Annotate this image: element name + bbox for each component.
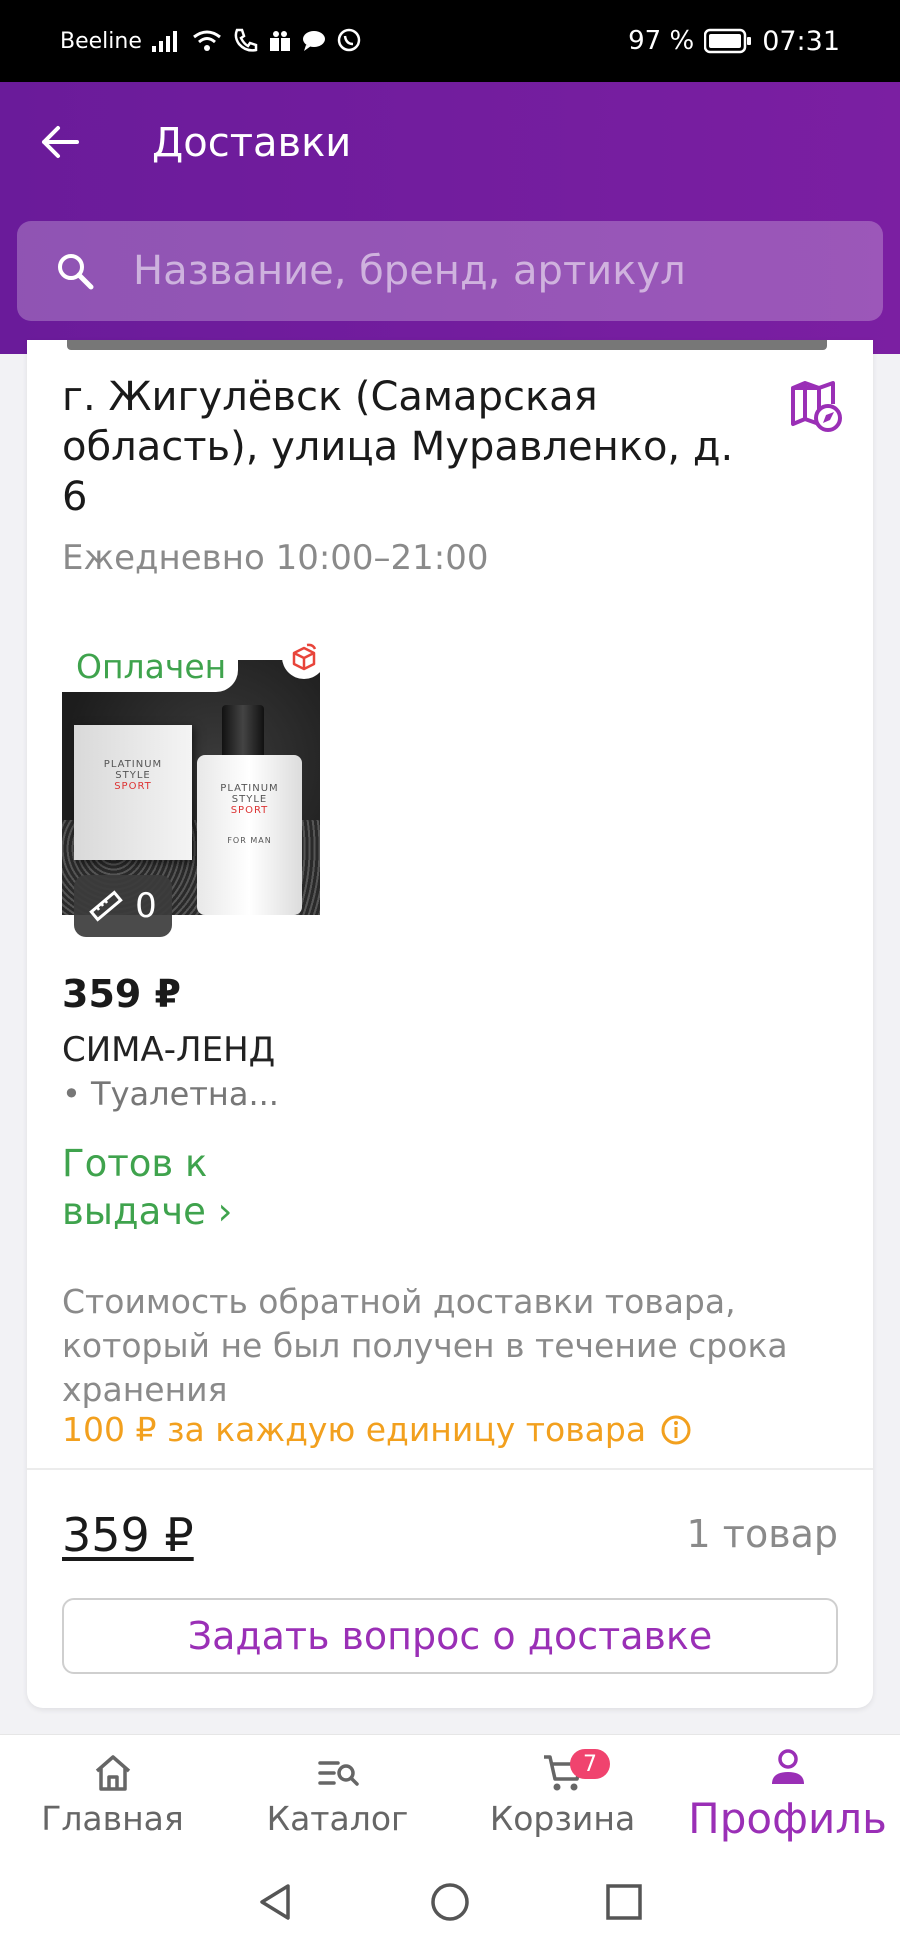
nav-item-profile[interactable]: Профиль <box>675 1735 900 1854</box>
app-header: Доставки <box>0 82 900 354</box>
battery-icon <box>704 28 752 54</box>
bottle-label-4: FOR MAN <box>227 836 272 845</box>
wifi-icon <box>192 30 221 51</box>
carrier-name: Beeline <box>60 28 142 54</box>
message-icon <box>302 31 325 51</box>
nav-label-home: Главная <box>41 1799 184 1838</box>
nav-item-cart[interactable]: 7 Корзина <box>450 1735 675 1854</box>
items-count: 1 товар <box>686 1512 838 1556</box>
system-navigation-bar <box>0 1854 900 1950</box>
search-bar[interactable] <box>17 221 883 321</box>
home-icon <box>95 1755 130 1791</box>
profile-icon <box>771 1749 804 1784</box>
nav-item-home[interactable]: Главная <box>0 1735 225 1854</box>
page-title: Доставки <box>152 120 352 166</box>
order-total: 359 ₽ <box>62 1508 194 1562</box>
product-brand: СИМА-ЛЕНД <box>62 1030 276 1070</box>
product-description: • Туалетна... <box>62 1075 279 1113</box>
box-label-3: SPORT <box>114 781 152 792</box>
system-recents-icon[interactable] <box>602 1880 646 1924</box>
phone-icon <box>234 28 258 52</box>
perfume-bottle: PLATINUM STYLE SPORT FOR MAN <box>197 755 302 915</box>
clipped-content <box>67 340 847 352</box>
status-bar-left: Beeline <box>60 28 362 54</box>
bottle-label-2: STYLE <box>231 794 268 805</box>
ready-status-text: Готов к выдаче › <box>62 1142 233 1233</box>
system-back-icon[interactable] <box>254 1880 298 1924</box>
paid-status-badge: Оплачен <box>62 645 239 692</box>
ready-for-pickup-link[interactable]: Готов к выдаче › <box>62 1140 262 1236</box>
bottle-label-1: PLATINUM <box>220 783 279 794</box>
map-pin-icon[interactable] <box>787 378 843 434</box>
signal-icon <box>151 31 177 52</box>
return-fee-text: 100 ₽ за каждую единицу товара <box>62 1410 647 1449</box>
box-label-1: PLATINUM <box>103 759 163 770</box>
status-bar-right: 97 % 07:31 <box>628 26 840 57</box>
return-box-icon <box>282 635 320 679</box>
delivery-card: г. Жигулёвск (Самарская область), улица … <box>27 340 873 1708</box>
bottom-navigation: Главная Каталог 7 Корзина Профиль <box>0 1734 900 1854</box>
bottle-label-3: SPORT <box>230 805 269 816</box>
return-cost-notice: Стоимость обратной доставки товара, кото… <box>62 1282 788 1409</box>
box-label-2: STYLE <box>115 770 151 781</box>
product-card[interactable]: PLATINUM STYLE SPORT PLATINUM STYLE SPOR… <box>62 615 320 960</box>
clock: 07:31 <box>762 25 840 57</box>
divider <box>27 1468 873 1470</box>
viber-icon <box>337 28 361 52</box>
system-home-icon[interactable] <box>428 1880 472 1924</box>
battery-percent: 97 % <box>628 26 695 56</box>
search-icon <box>53 249 97 293</box>
cart-count-badge: 7 <box>570 1749 610 1779</box>
ask-delivery-question-button[interactable]: Задать вопрос о доставке <box>62 1598 838 1674</box>
perfume-box: PLATINUM STYLE SPORT <box>74 725 192 860</box>
back-button[interactable] <box>30 112 90 172</box>
pickup-address: г. Жигулёвск (Самарская область), улица … <box>62 374 734 520</box>
ruler-icon <box>89 890 123 922</box>
nav-label-catalog: Каталог <box>266 1799 409 1838</box>
nav-label-profile: Профиль <box>688 1794 887 1843</box>
product-price: 359 ₽ <box>62 972 181 1016</box>
info-icon[interactable] <box>660 1414 692 1446</box>
return-fee: 100 ₽ за каждую единицу товара <box>62 1410 692 1449</box>
size-chip[interactable]: 0 <box>74 875 172 937</box>
arrow-left-icon <box>42 126 79 158</box>
size-count: 0 <box>135 886 157 926</box>
gift-icon <box>269 31 290 51</box>
catalog-icon <box>317 1761 359 1786</box>
bottle-cap <box>222 705 264 755</box>
nav-label-cart: Корзина <box>489 1799 636 1838</box>
search-input[interactable] <box>133 248 833 294</box>
working-hours: Ежедневно 10:00–21:00 <box>62 538 489 578</box>
nav-item-catalog[interactable]: Каталог <box>225 1735 450 1854</box>
status-bar: Beeline 97 % 07:31 <box>0 0 900 82</box>
